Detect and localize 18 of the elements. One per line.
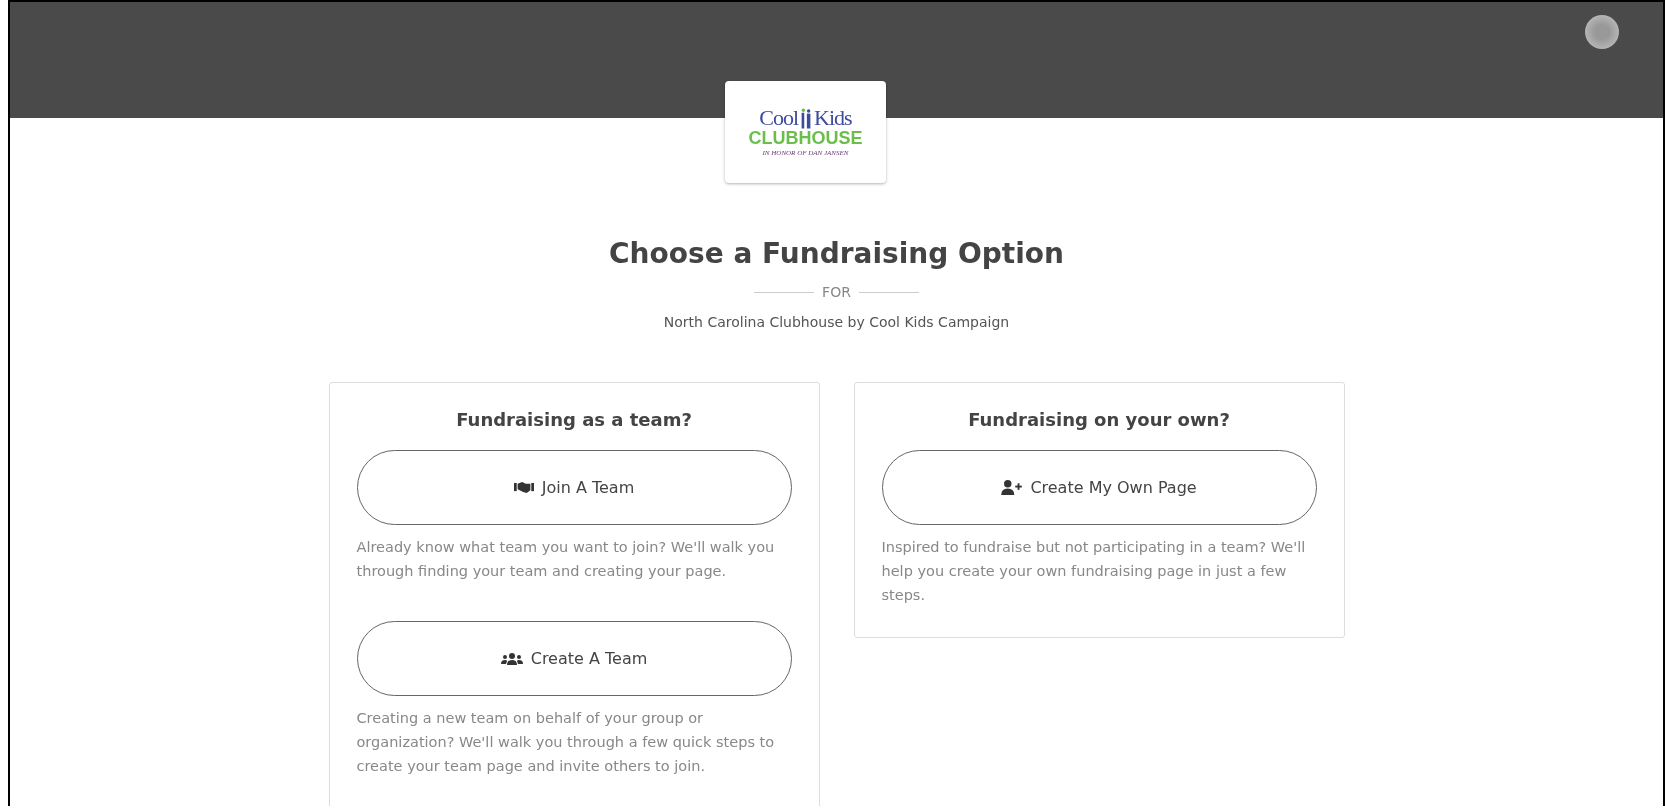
avatar-icon[interactable] (1585, 15, 1619, 49)
users-icon (500, 651, 523, 666)
card-heading: Fundraising as a team? (455, 409, 693, 430)
user-plus-icon (1001, 480, 1023, 495)
logo-word: Kids (814, 107, 852, 130)
logo-text: CLUBHOUSE (748, 129, 863, 149)
card-heading: Fundraising on your own? (967, 409, 1231, 430)
option-description: Creating a new team on behalf of your group or organization? We'll walk you through a few quick steps to create your team page and invite others to join. (356, 709, 776, 776)
separator-label: FOR (822, 284, 851, 300)
page-title: Choose a Fundraising Option (609, 237, 1064, 270)
option-description: Already know what team you want to join? We'll walk you through finding your team and creating your page. (356, 538, 776, 581)
option-button[interactable]: Join A Team (356, 450, 792, 525)
option-button[interactable]: Create My Own Page (881, 450, 1317, 525)
handshake-icon (513, 481, 534, 494)
option-description: Inspired to fundraise but not participating in a team? We'll help you create your own fundraising page in just a few steps. (881, 538, 1307, 605)
logo-word: Cool (759, 107, 799, 130)
option-button[interactable]: Create A Team (356, 621, 792, 696)
page-subtitle: North Carolina Clubhouse by Cool Kids Campaign (663, 314, 1010, 330)
